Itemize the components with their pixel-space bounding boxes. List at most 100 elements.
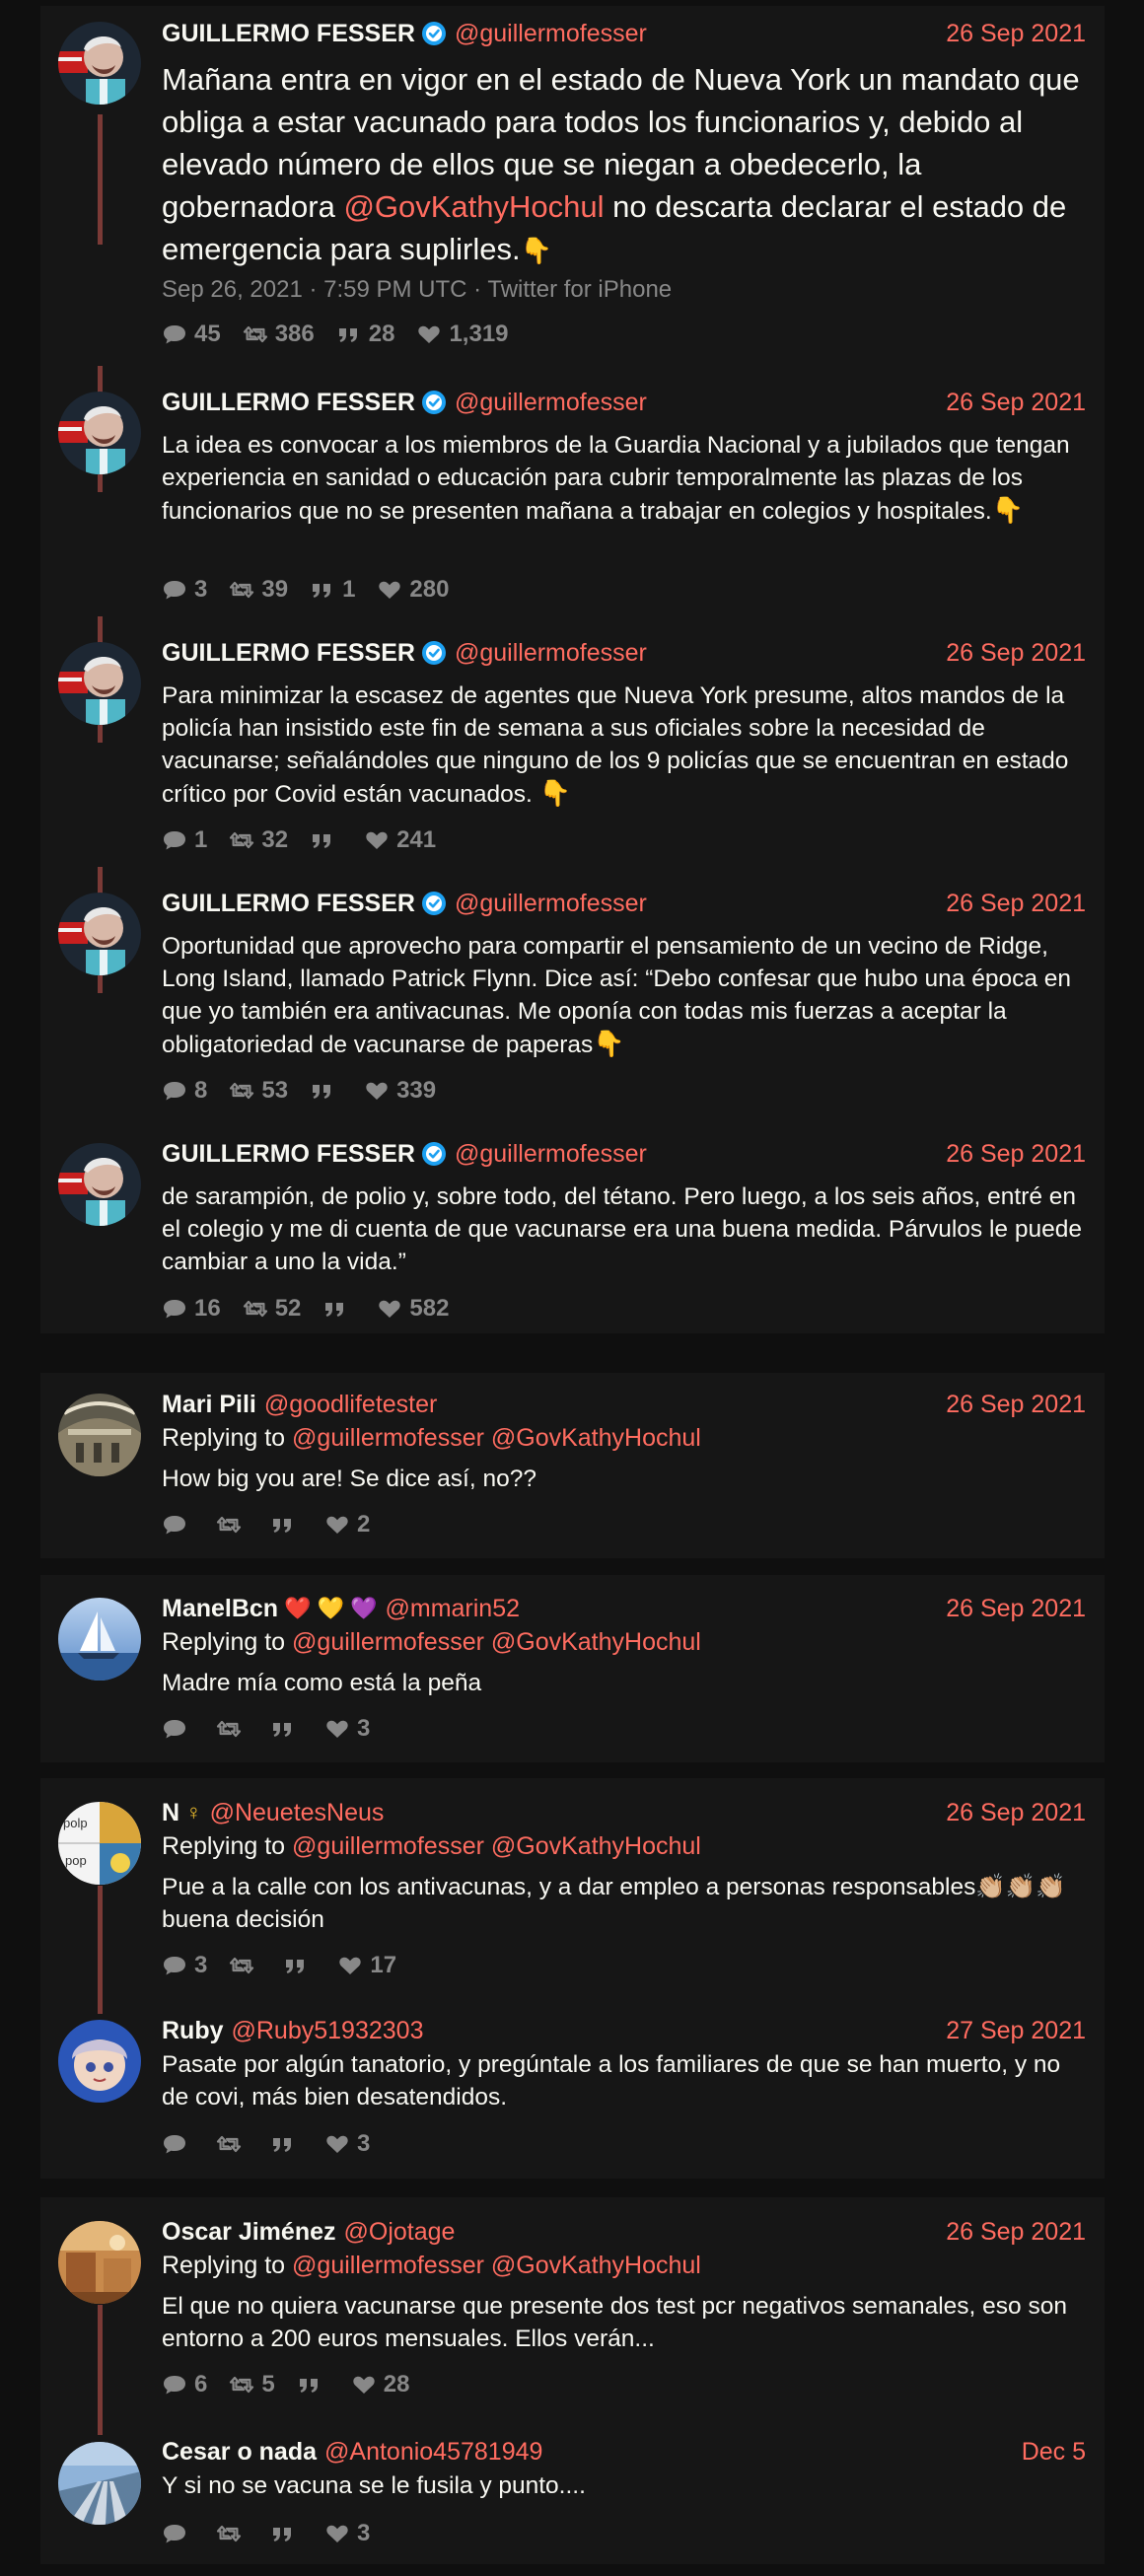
tweet-date[interactable]: 26 Sep 2021 xyxy=(946,17,1086,50)
tweet-date[interactable]: 26 Sep 2021 xyxy=(946,1796,1086,1829)
mention-link[interactable]: @guillermofesser xyxy=(292,1424,484,1452)
thread-tweet[interactable]: GUILLERMO FESSER @guillermofesser 26 Sep… xyxy=(40,872,1105,1118)
retweet-stat[interactable]: 32 xyxy=(229,826,288,854)
thread-tweet[interactable]: GUILLERMO FESSER @guillermofesser 26 Sep… xyxy=(40,621,1105,868)
fullname[interactable]: GUILLERMO FESSER xyxy=(162,887,415,920)
fullname[interactable]: Oscar Jiménez xyxy=(162,2215,336,2249)
username[interactable]: @guillermofesser xyxy=(455,17,647,50)
tweet-date[interactable]: 26 Sep 2021 xyxy=(946,2215,1086,2249)
main-tweet[interactable]: GUILLERMO FESSER @guillermofesser 26 Sep… xyxy=(40,6,1105,361)
quote-stat[interactable] xyxy=(283,1955,316,1976)
mention-link[interactable]: @GovKathyHochul xyxy=(491,1628,701,1656)
avatar[interactable] xyxy=(58,2221,141,2304)
avatar[interactable] xyxy=(58,392,141,474)
quote-stat[interactable] xyxy=(270,1514,303,1536)
quote-stat[interactable] xyxy=(270,1718,303,1740)
quote-stat[interactable] xyxy=(322,1298,355,1320)
comment-stat[interactable] xyxy=(162,2523,194,2544)
like-stat[interactable]: 3 xyxy=(324,1715,370,1743)
like-stat[interactable]: 241 xyxy=(364,826,436,854)
username[interactable]: @guillermofesser xyxy=(455,1137,647,1171)
reply-tweet[interactable]: Oscar Jiménez @Ojotage 26 Sep 2021 Reply… xyxy=(40,2197,1105,2430)
avatar[interactable] xyxy=(58,22,141,105)
reply-tweet[interactable]: ManelBcn ❤️ 💛 💜 @mmarin52 26 Sep 2021 Re… xyxy=(40,1575,1105,1762)
like-stat[interactable]: 1,319 xyxy=(416,321,509,348)
mention-link[interactable]: @GovKathyHochul xyxy=(343,189,604,224)
retweet-stat[interactable] xyxy=(216,2523,249,2544)
reply-tweet[interactable]: Ruby @Ruby51932303 27 Sep 2021 Pasate po… xyxy=(40,2015,1105,2179)
mention-link[interactable]: @guillermofesser xyxy=(292,1832,484,1860)
tweet-date[interactable]: 26 Sep 2021 xyxy=(946,887,1086,920)
retweet-stat[interactable]: 53 xyxy=(229,1077,288,1105)
like-stat[interactable]: 3 xyxy=(324,2130,370,2158)
avatar[interactable] xyxy=(58,2442,141,2525)
mention-link[interactable]: @GovKathyHochul xyxy=(491,1424,701,1452)
comment-stat[interactable]: 3 xyxy=(162,1952,207,1979)
username[interactable]: @goodlifetester xyxy=(264,1388,437,1421)
comment-stat[interactable]: 3 xyxy=(162,576,207,604)
like-stat[interactable]: 280 xyxy=(377,576,449,604)
avatar[interactable]: polp pop xyxy=(58,1802,141,1885)
like-stat[interactable]: 17 xyxy=(337,1952,396,1979)
fullname[interactable]: Mari Pili xyxy=(162,1388,256,1421)
reply-tweet[interactable]: Cesar o nada @Antonio45781949 Dec 5 Y si… xyxy=(40,2434,1105,2564)
username[interactable]: @Antonio45781949 xyxy=(324,2435,542,2469)
like-stat[interactable]: 3 xyxy=(324,2520,370,2547)
tweet-date[interactable]: Dec 5 xyxy=(1022,2435,1086,2469)
tweet-date[interactable]: 26 Sep 2021 xyxy=(946,636,1086,670)
like-stat[interactable]: 2 xyxy=(324,1511,370,1538)
quote-stat[interactable] xyxy=(270,2523,303,2544)
comment-stat[interactable]: 6 xyxy=(162,2371,207,2398)
tweet-date[interactable]: 27 Sep 2021 xyxy=(946,2014,1086,2047)
fullname[interactable]: GUILLERMO FESSER xyxy=(162,636,415,670)
fullname[interactable]: Cesar o nada xyxy=(162,2435,317,2469)
fullname[interactable]: ManelBcn xyxy=(162,1592,278,1625)
reply-tweet[interactable]: Mari Pili @goodlifetester 26 Sep 2021 Re… xyxy=(40,1373,1105,1558)
mention-link[interactable]: @guillermofesser xyxy=(292,1628,484,1656)
like-stat[interactable]: 28 xyxy=(351,2371,409,2398)
mention-link[interactable]: @guillermofesser xyxy=(292,2252,484,2279)
retweet-stat[interactable] xyxy=(229,1955,261,1976)
tweet-published[interactable]: Sep 26, 2021 · 7:59 PM UTC · Twitter for… xyxy=(162,275,672,305)
fullname[interactable]: GUILLERMO FESSER xyxy=(162,386,415,419)
username[interactable]: @Ruby51932303 xyxy=(232,2014,424,2047)
retweet-stat[interactable]: 386 xyxy=(243,321,315,348)
avatar[interactable] xyxy=(58,1598,141,1681)
tweet-date[interactable]: 26 Sep 2021 xyxy=(946,1592,1086,1625)
avatar[interactable] xyxy=(58,1143,141,1226)
retweet-stat[interactable] xyxy=(216,1718,249,1740)
quote-stat[interactable]: 1 xyxy=(310,576,355,604)
retweet-stat[interactable] xyxy=(216,2133,249,2155)
avatar[interactable] xyxy=(58,893,141,975)
tweet-date[interactable]: 26 Sep 2021 xyxy=(946,386,1086,419)
quote-stat[interactable]: 28 xyxy=(336,321,394,348)
username[interactable]: @guillermofesser xyxy=(455,386,647,419)
avatar[interactable] xyxy=(58,1394,141,1476)
comment-stat[interactable]: 16 xyxy=(162,1295,221,1323)
like-stat[interactable]: 582 xyxy=(377,1295,449,1323)
tweet-date[interactable]: 26 Sep 2021 xyxy=(946,1388,1086,1421)
comment-stat[interactable]: 8 xyxy=(162,1077,207,1105)
like-stat[interactable]: 339 xyxy=(364,1077,436,1105)
mention-link[interactable]: @GovKathyHochul xyxy=(491,2252,701,2279)
thread-tweet[interactable]: GUILLERMO FESSER @guillermofesser 26 Sep… xyxy=(40,371,1105,617)
quote-stat[interactable] xyxy=(270,2133,303,2155)
comment-stat[interactable]: 45 xyxy=(162,321,221,348)
username[interactable]: @Ojotage xyxy=(344,2215,456,2249)
retweet-stat[interactable]: 52 xyxy=(243,1295,301,1323)
comment-stat[interactable] xyxy=(162,1514,194,1536)
comment-stat[interactable] xyxy=(162,2133,194,2155)
username[interactable]: @guillermofesser xyxy=(455,887,647,920)
retweet-stat[interactable]: 39 xyxy=(229,576,288,604)
avatar[interactable] xyxy=(58,642,141,725)
quote-stat[interactable] xyxy=(310,1080,342,1102)
quote-stat[interactable] xyxy=(310,829,342,851)
retweet-stat[interactable]: 5 xyxy=(229,2371,275,2398)
fullname[interactable]: Ruby xyxy=(162,2014,224,2047)
avatar[interactable] xyxy=(58,2020,141,2103)
comment-stat[interactable]: 1 xyxy=(162,826,207,854)
comment-stat[interactable] xyxy=(162,1718,194,1740)
fullname[interactable]: GUILLERMO FESSER xyxy=(162,1137,415,1171)
username[interactable]: @NeuetesNeus xyxy=(210,1796,385,1829)
quote-stat[interactable] xyxy=(297,2374,329,2396)
